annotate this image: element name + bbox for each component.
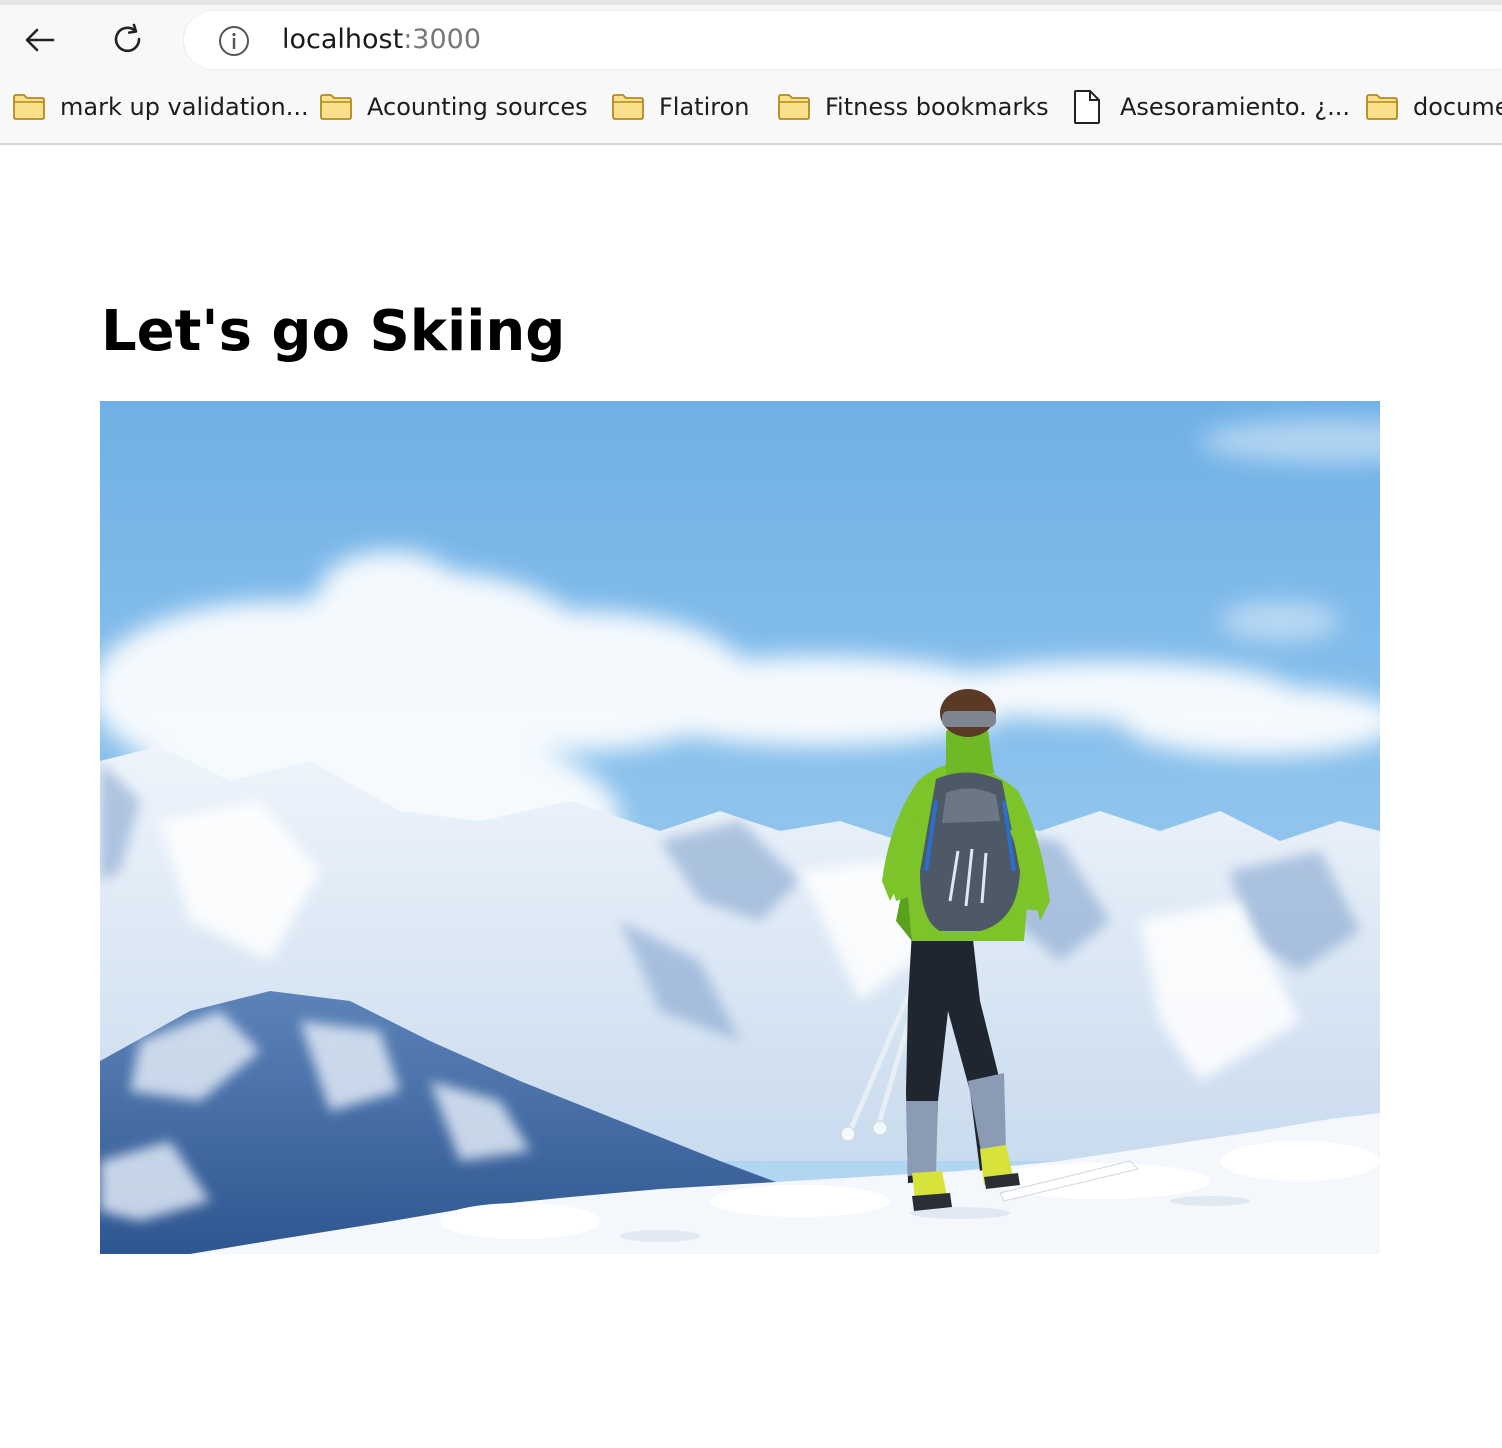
bookmark-folder-flatiron[interactable]: Flatiron <box>611 84 750 130</box>
bookmark-label: Asesoramiento. ¿... <box>1120 93 1351 121</box>
bookmark-label: mark up validation... <box>60 93 309 121</box>
browser-toolbar: localhost:3000 mark up validation... Aco… <box>0 0 1502 145</box>
folder-icon <box>778 94 810 120</box>
bookmark-page-asesoramiento[interactable]: Asesoramiento. ¿... <box>1072 84 1350 130</box>
bookmark-label: Flatiron <box>659 93 750 121</box>
reload-icon <box>114 23 141 53</box>
url-host: localhost <box>282 24 404 55</box>
hero-image <box>100 401 1380 1254</box>
url-port: :3000 <box>403 24 482 55</box>
folder-icon <box>1366 94 1398 120</box>
bookmarks-bar: mark up validation... Acounting sources … <box>0 84 1502 130</box>
document-icon <box>1074 90 1100 124</box>
reload-button[interactable] <box>106 18 150 62</box>
address-bar[interactable]: localhost:3000 <box>184 11 1502 69</box>
bookmark-folder-fitness[interactable]: Fitness bookmarks <box>777 84 1049 130</box>
folder-icon <box>320 94 352 120</box>
bookmark-label: docume <box>1413 93 1502 121</box>
bookmark-folder-documents[interactable]: docume <box>1365 84 1502 130</box>
info-icon[interactable] <box>218 25 250 57</box>
folder-icon <box>13 94 45 120</box>
bookmark-label: Fitness bookmarks <box>825 93 1049 121</box>
skier-photo <box>100 401 1380 1254</box>
back-button[interactable] <box>18 18 62 62</box>
folder-icon <box>612 94 644 120</box>
bookmark-folder-markup-validation[interactable]: mark up validation... <box>12 84 309 130</box>
arrow-left-icon <box>25 28 55 52</box>
window-edge <box>0 0 1502 5</box>
bookmark-folder-accounting-sources[interactable]: Acounting sources <box>319 84 588 130</box>
page-title: Let's go Skiing <box>101 299 566 364</box>
url-text[interactable]: localhost:3000 <box>282 22 481 58</box>
bookmark-label: Acounting sources <box>367 93 588 121</box>
